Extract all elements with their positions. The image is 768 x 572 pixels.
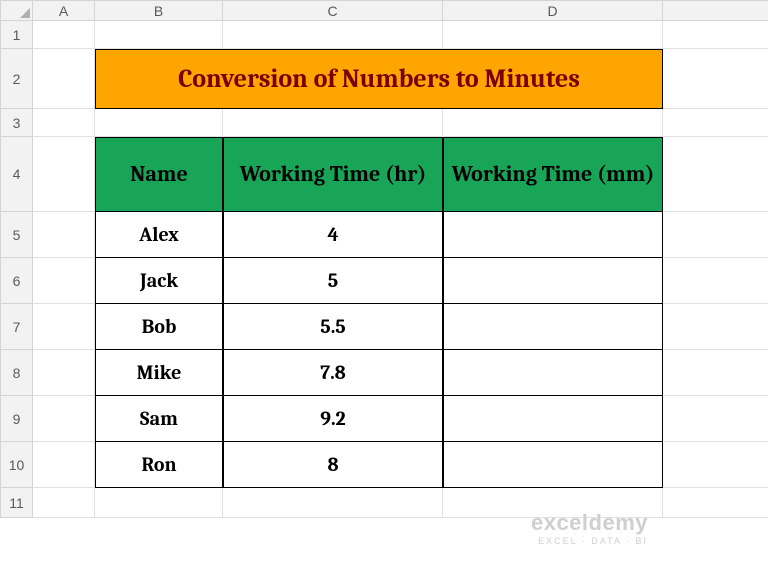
- col-header-overflow: [663, 1, 768, 21]
- cell-hr-1[interactable]: 5: [223, 258, 443, 304]
- cell-mm-5[interactable]: [443, 442, 663, 488]
- title-banner[interactable]: Conversion of Numbers to Minutes: [95, 49, 663, 109]
- cell-mm-1[interactable]: [443, 258, 663, 304]
- row-header-9[interactable]: 9: [1, 396, 33, 442]
- cell-e9[interactable]: [663, 396, 768, 442]
- cell-e7[interactable]: [663, 304, 768, 350]
- cell-hr-2[interactable]: 5.5: [223, 304, 443, 350]
- row-header-10[interactable]: 10: [1, 442, 33, 488]
- cell-b11[interactable]: [95, 488, 223, 518]
- cell-hr-5[interactable]: 8: [223, 442, 443, 488]
- cell-a10[interactable]: [33, 442, 95, 488]
- col-header-d[interactable]: D: [443, 1, 663, 21]
- cell-c11[interactable]: [223, 488, 443, 518]
- cell-name-0[interactable]: Alex: [95, 212, 223, 258]
- spreadsheet-grid: A B C D 1 2 Conversion of Numbers to Min…: [0, 0, 768, 518]
- header-working-time-mm[interactable]: Working Time (mm): [443, 137, 663, 212]
- cell-e8[interactable]: [663, 350, 768, 396]
- cell-b1[interactable]: [95, 21, 223, 49]
- cell-a1[interactable]: [33, 21, 95, 49]
- cell-c1[interactable]: [223, 21, 443, 49]
- cell-c3[interactable]: [223, 109, 443, 137]
- cell-name-1[interactable]: Jack: [95, 258, 223, 304]
- cell-name-2[interactable]: Bob: [95, 304, 223, 350]
- col-header-a[interactable]: A: [33, 1, 95, 21]
- cell-name-5[interactable]: Ron: [95, 442, 223, 488]
- cell-hr-3[interactable]: 7.8: [223, 350, 443, 396]
- cell-d1[interactable]: [443, 21, 663, 49]
- cell-a7[interactable]: [33, 304, 95, 350]
- cell-e3[interactable]: [663, 109, 768, 137]
- cell-e4[interactable]: [663, 137, 768, 212]
- cell-a9[interactable]: [33, 396, 95, 442]
- select-all-corner[interactable]: [1, 1, 33, 21]
- row-header-4[interactable]: 4: [1, 137, 33, 212]
- row-header-6[interactable]: 6: [1, 258, 33, 304]
- cell-mm-3[interactable]: [443, 350, 663, 396]
- cell-hr-0[interactable]: 4: [223, 212, 443, 258]
- cell-e6[interactable]: [663, 258, 768, 304]
- cell-hr-4[interactable]: 9.2: [223, 396, 443, 442]
- cell-a11[interactable]: [33, 488, 95, 518]
- row-header-2[interactable]: 2: [1, 49, 33, 109]
- header-working-time-hr[interactable]: Working Time (hr): [223, 137, 443, 212]
- cell-name-3[interactable]: Mike: [95, 350, 223, 396]
- col-header-b[interactable]: B: [95, 1, 223, 21]
- row-header-8[interactable]: 8: [1, 350, 33, 396]
- col-header-c[interactable]: C: [223, 1, 443, 21]
- cell-e11[interactable]: [663, 488, 768, 518]
- cell-mm-2[interactable]: [443, 304, 663, 350]
- cell-e10[interactable]: [663, 442, 768, 488]
- row-header-11[interactable]: 11: [1, 488, 33, 518]
- cell-mm-0[interactable]: [443, 212, 663, 258]
- cell-a3[interactable]: [33, 109, 95, 137]
- cell-a4[interactable]: [33, 137, 95, 212]
- row-header-1[interactable]: 1: [1, 21, 33, 49]
- cell-a2[interactable]: [33, 49, 95, 109]
- cell-e5[interactable]: [663, 212, 768, 258]
- row-header-7[interactable]: 7: [1, 304, 33, 350]
- cell-a8[interactable]: [33, 350, 95, 396]
- cell-d3[interactable]: [443, 109, 663, 137]
- header-name[interactable]: Name: [95, 137, 223, 212]
- cell-name-4[interactable]: Sam: [95, 396, 223, 442]
- cell-b3[interactable]: [95, 109, 223, 137]
- cell-a6[interactable]: [33, 258, 95, 304]
- cell-mm-4[interactable]: [443, 396, 663, 442]
- cell-e2[interactable]: [663, 49, 768, 109]
- cell-e1[interactable]: [663, 21, 768, 49]
- cell-d11[interactable]: [443, 488, 663, 518]
- row-header-5[interactable]: 5: [1, 212, 33, 258]
- row-header-3[interactable]: 3: [1, 109, 33, 137]
- watermark-tagline: EXCEL · DATA · BI: [531, 536, 648, 546]
- cell-a5[interactable]: [33, 212, 95, 258]
